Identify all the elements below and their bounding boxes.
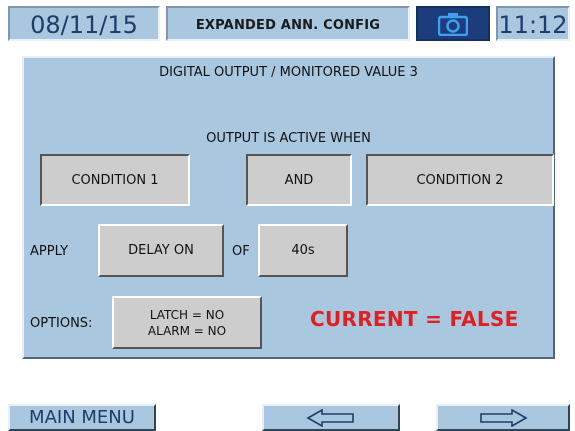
current-status: CURRENT = FALSE (310, 307, 519, 331)
delay-value-button[interactable]: 40s (258, 224, 348, 277)
forward-button[interactable] (436, 404, 570, 431)
operator-button[interactable]: AND (246, 154, 352, 206)
panel-title: DIGITAL OUTPUT / MONITORED VALUE 3 (159, 65, 418, 80)
apply-label: APPLY (30, 244, 69, 259)
arrow-left-icon (306, 408, 354, 427)
latch-setting: LATCH = NO (149, 307, 225, 322)
date-display: 08/11/15 (8, 6, 160, 41)
delay-mode-button[interactable]: DELAY ON (98, 224, 224, 277)
output-active-label: OUTPUT IS ACTIVE WHEN (206, 131, 371, 146)
options-label: OPTIONS: (30, 316, 93, 331)
condition-2-button[interactable]: CONDITION 2 (366, 154, 554, 206)
condition-1-button[interactable]: CONDITION 1 (40, 154, 190, 206)
of-label: OF (232, 244, 250, 259)
main-menu-button[interactable]: MAIN MENU (8, 404, 156, 431)
back-button[interactable] (262, 404, 400, 431)
hmi-screen: 08/11/15 EXPANDED ANN. CONFIG 11:12 DIGI… (0, 0, 575, 431)
alarm-setting: ALARM = NO (147, 323, 227, 338)
camera-icon (438, 13, 468, 36)
screenshot-button[interactable] (416, 6, 490, 41)
page-title: EXPANDED ANN. CONFIG (166, 6, 410, 41)
config-panel: DIGITAL OUTPUT / MONITORED VALUE 3 OUTPU… (22, 56, 555, 359)
options-button[interactable]: LATCH = NO ALARM = NO (112, 296, 262, 349)
time-display: 11:12 (496, 6, 570, 41)
arrow-right-icon (480, 408, 528, 427)
